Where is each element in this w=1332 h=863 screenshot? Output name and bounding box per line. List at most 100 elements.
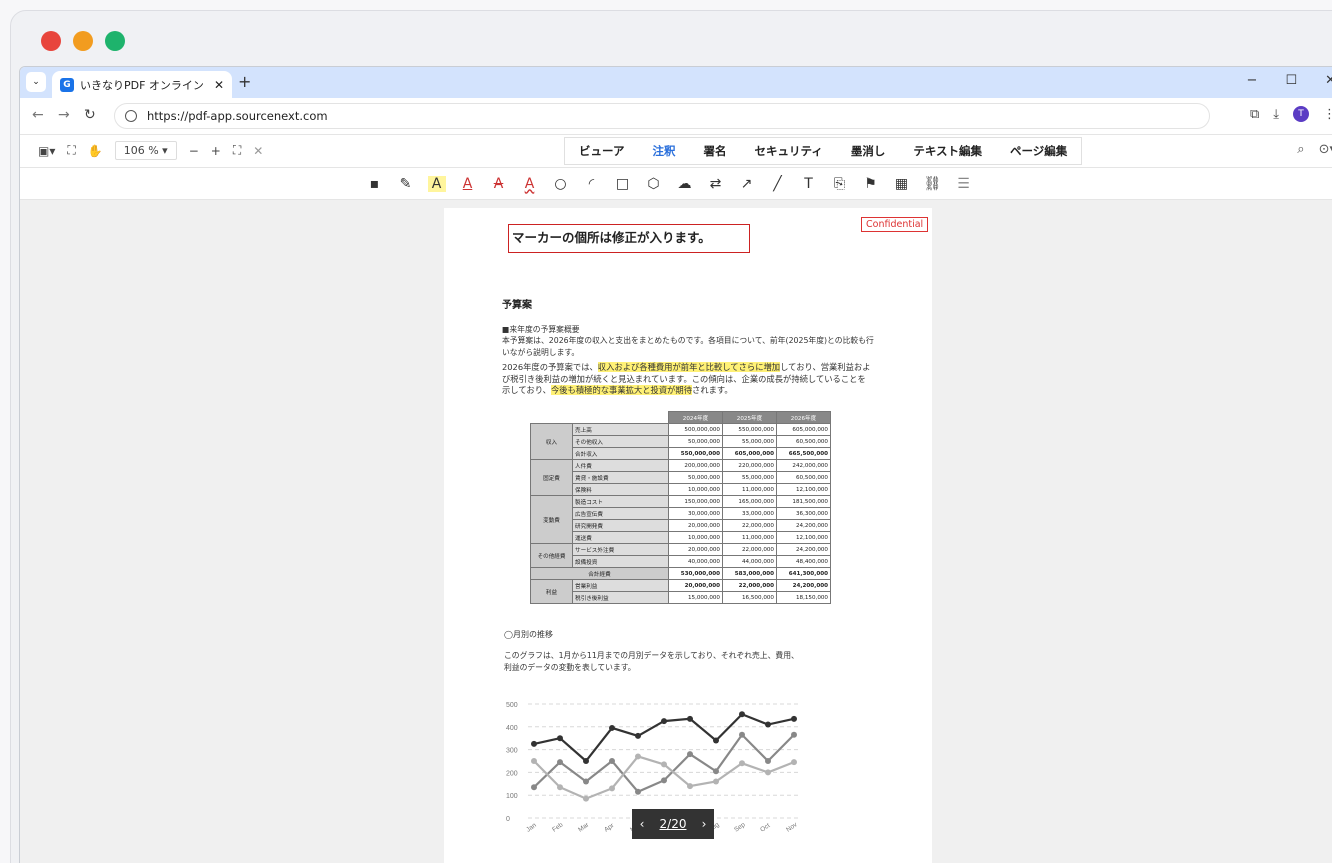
prev-page-icon[interactable]: ‹: [640, 817, 645, 831]
mode-tabs: ビューア 注釈 署名 セキュリティ 墨消し テキスト編集 ページ編集: [564, 137, 1083, 165]
table-cell: 11,000,000: [722, 483, 777, 496]
table-row: 合計収入 550,000,000 605,000,000 665,500,000: [531, 447, 831, 460]
title-annotation[interactable]: マーカーの個所は修正が入ります。: [508, 224, 750, 253]
table-cell: 165,000,000: [722, 495, 777, 508]
maximize-icon[interactable]: ☐: [1285, 73, 1297, 88]
table-row: 収入 売上高 500,000,000 550,000,000 605,000,000: [530, 423, 831, 460]
comment-icon[interactable]: ▪: [366, 176, 384, 192]
table-cell: 50,000,000: [668, 435, 723, 448]
favicon-icon: G: [60, 77, 74, 92]
zoom-out-icon[interactable]: −: [189, 144, 199, 158]
highlight-mark-2[interactable]: 今後も積極的な事業拡大と投資が期待: [550, 385, 693, 395]
document-viewer[interactable]: Confidential マーカーの個所は修正が入ります。 予算案 ■来年度の予…: [20, 200, 1332, 863]
squiggly-icon[interactable]: A: [521, 176, 539, 192]
table-cell: 44,000,000: [722, 555, 777, 568]
tab-security[interactable]: セキュリティ: [741, 143, 837, 159]
text-select-icon[interactable]: ▣▾: [38, 144, 55, 158]
table-cell: 60,500,000: [776, 435, 831, 448]
underline-icon[interactable]: A: [459, 176, 477, 192]
para2-text-a: 2026年度の予算案では、: [502, 362, 598, 372]
budget-table: 2024年度 2025年度 2026年度 収入 売上高 500,000,000 550,0…: [530, 411, 831, 604]
data-point: [765, 769, 771, 776]
back-icon[interactable]: ←: [32, 107, 44, 123]
connector-icon[interactable]: ⇄: [707, 176, 725, 192]
table-row: 運送費 10,000,000 11,000,000 12,100,000: [531, 531, 831, 544]
table-row: 設備投資 40,000,000 44,000,000 48,400,000: [531, 555, 831, 568]
x-tick-label: Oct: [759, 822, 771, 834]
close-icon[interactable]: ✕: [214, 78, 224, 92]
circle-icon[interactable]: ○: [552, 176, 570, 192]
chart-heading: ◯月別の推移: [504, 630, 553, 639]
tab-redact[interactable]: 墨消し: [837, 143, 900, 159]
tab-sign[interactable]: 署名: [690, 143, 741, 159]
url-field[interactable]: https://pdf-app.sourcenext.com: [114, 103, 1210, 129]
settings-icon[interactable]: ☰: [955, 176, 973, 192]
table-cell: 24,200,000: [776, 543, 831, 556]
table-cell: 220,000,000: [722, 459, 777, 472]
table-row: 固定費 人件費 200,000,000 220,000,000 242,000,000: [530, 459, 831, 496]
close-window-icon[interactable]: ✕: [1325, 73, 1332, 88]
window-buttons: − ☐ ✕: [1247, 73, 1332, 88]
table-cell: 15,000,000: [668, 591, 723, 604]
data-point: [791, 731, 797, 738]
table-cell: 20,000,000: [668, 579, 723, 592]
site-info-icon[interactable]: [125, 110, 137, 122]
summary-heading: ■来年度の予算案概要: [502, 325, 580, 334]
data-point: [557, 784, 563, 791]
minimize-icon[interactable]: −: [1247, 73, 1258, 88]
table-item: 運送費: [572, 531, 669, 544]
confidential-stamp[interactable]: Confidential: [861, 217, 929, 232]
forward-icon[interactable]: →: [58, 107, 70, 123]
table-cell: 10,000,000: [668, 531, 723, 544]
hand-icon[interactable]: ✋: [88, 144, 103, 158]
zoom-in-icon[interactable]: +: [211, 144, 221, 158]
rectangle-icon[interactable]: □: [614, 176, 632, 192]
search-icon[interactable]: ⌕: [1297, 142, 1304, 157]
arc-icon[interactable]: ◜: [583, 176, 601, 192]
tab-list-button[interactable]: ⌄: [26, 72, 46, 92]
tab-viewer[interactable]: ビューア: [565, 143, 639, 159]
table-cell: 583,000,000: [722, 567, 777, 580]
avatar[interactable]: T: [1293, 106, 1309, 122]
chevron-down-icon: ⌄: [32, 77, 40, 87]
strikethrough-icon[interactable]: A: [490, 176, 508, 192]
table-cell: 11,000,000: [722, 531, 777, 544]
text-icon[interactable]: T: [800, 176, 818, 192]
minimize-dot[interactable]: [73, 31, 93, 51]
next-page-icon[interactable]: ›: [702, 817, 707, 831]
line-icon[interactable]: ╱: [769, 176, 787, 192]
cloud-icon[interactable]: ☁: [676, 176, 694, 192]
fullscreen-icon[interactable]: ⛶: [233, 143, 241, 158]
more-options-icon[interactable]: ⊙▾: [1319, 142, 1332, 157]
table-cell: 55,000,000: [722, 435, 777, 448]
tab-page-edit[interactable]: ページ編集: [996, 143, 1081, 159]
link-icon[interactable]: ⛓: [924, 176, 942, 192]
annotation-toolbar: ▪ ✎ A A A A ○ ◜ □ ⬡ ☁ ⇄ ↗ ╱ T ⎘ ⚑ ▦ ⛓ ☰: [20, 168, 1332, 200]
stamp-icon[interactable]: ⚑: [862, 176, 880, 192]
x-tick-label: Jan: [525, 822, 538, 834]
callout-icon[interactable]: ⎘: [831, 176, 849, 192]
fit-page-icon[interactable]: ⛶: [67, 143, 75, 158]
new-tab-icon[interactable]: +: [238, 72, 251, 91]
menu-icon[interactable]: ⋮: [1323, 107, 1332, 122]
highlight-icon[interactable]: A: [427, 175, 446, 192]
close-icon[interactable]: ✕: [253, 144, 263, 158]
arrow-icon[interactable]: ↗: [738, 176, 756, 192]
tab-text-edit[interactable]: テキスト編集: [899, 143, 996, 159]
maximize-dot[interactable]: [105, 31, 125, 51]
tab-annotate[interactable]: 注釈: [639, 143, 690, 159]
zoom-select[interactable]: 106 % ▾: [114, 141, 177, 160]
reload-icon[interactable]: ↻: [84, 107, 96, 123]
pen-icon[interactable]: ✎: [397, 176, 415, 192]
image-icon[interactable]: ▦: [893, 176, 911, 192]
polygon-icon[interactable]: ⬡: [645, 176, 663, 192]
close-dot[interactable]: [41, 31, 61, 51]
table-category: 固定費: [530, 459, 573, 496]
extensions-icon[interactable]: ⧉: [1250, 107, 1259, 122]
download-icon[interactable]: ⤓: [1273, 107, 1279, 122]
highlight-mark-1[interactable]: 収入および各種費用が前年と比較してさらに増加: [597, 362, 781, 372]
data-point: [687, 715, 693, 722]
browser-tab[interactable]: G いきなりPDF オンライン ✕: [52, 71, 232, 98]
table-cell: 33,000,000: [722, 507, 777, 520]
data-point: [635, 732, 641, 739]
